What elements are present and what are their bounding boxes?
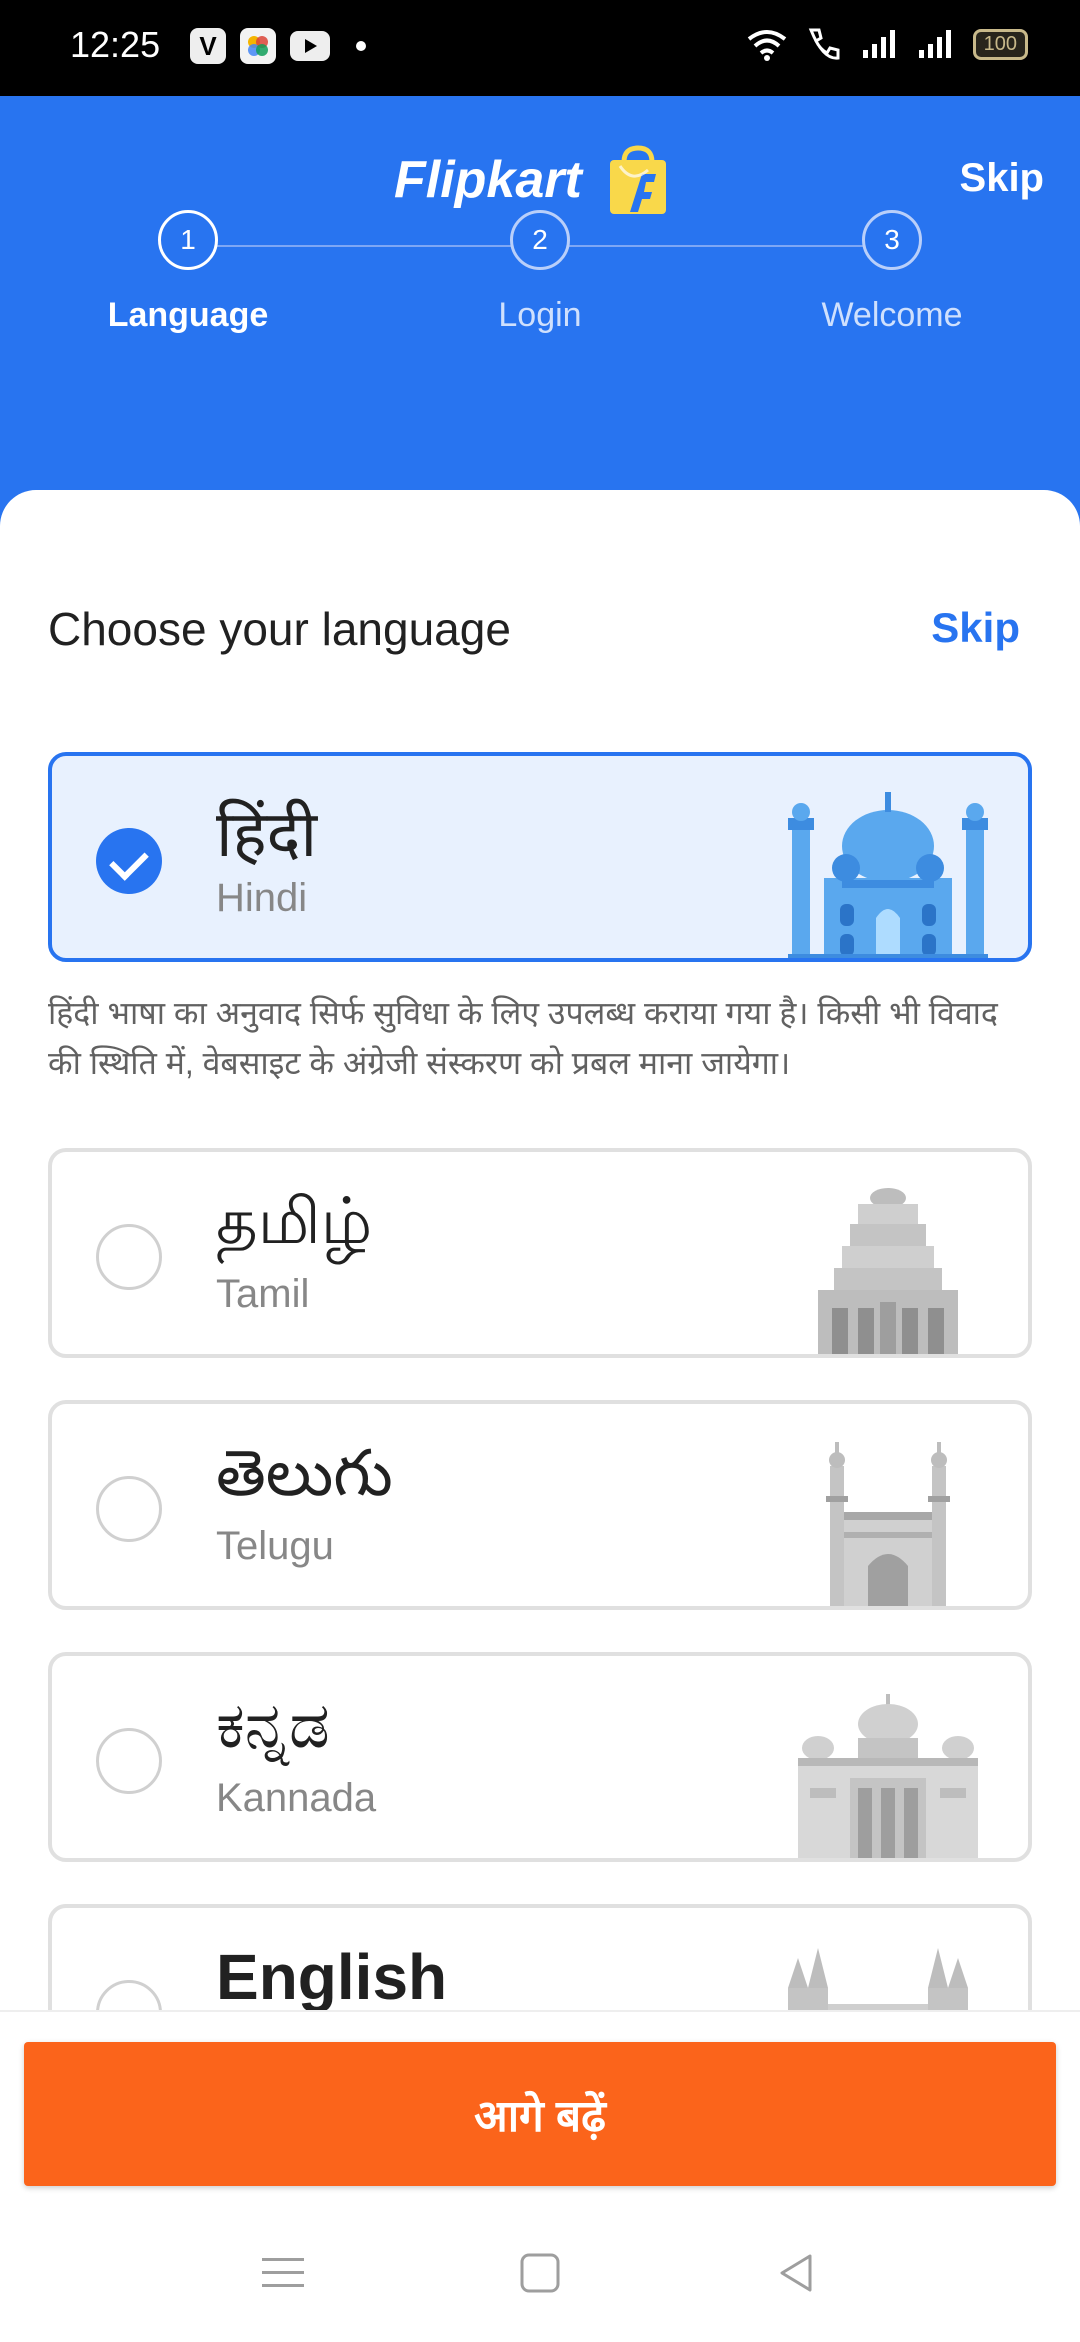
system-navigation-bar	[0, 2230, 1080, 2310]
brand-name: Flipkart	[394, 151, 582, 209]
language-native-name: ಕನ್ನಡ	[216, 1689, 330, 1761]
step-login: 2 Login	[410, 210, 670, 335]
notification-icons: V	[190, 28, 366, 64]
radio-icon[interactable]	[96, 1728, 162, 1794]
shopping-bag-icon	[609, 145, 666, 214]
more-notifications-dot-icon	[356, 41, 366, 51]
step-label: Welcome	[821, 296, 963, 334]
step-number: 1	[158, 210, 218, 270]
language-option-kannada[interactable]: ಕನ್ನಡ Kannada	[48, 1652, 1032, 1862]
step-label: Login	[498, 296, 582, 334]
back-icon[interactable]	[770, 2248, 824, 2298]
system-icons: 100	[745, 26, 1028, 62]
step-language: 1 Language	[58, 210, 318, 335]
language-native-name: தமிழ்	[216, 1185, 373, 1257]
language-english-name: Telugu	[216, 1524, 334, 1568]
volte-call-icon	[808, 28, 840, 60]
radio-icon[interactable]	[96, 1224, 162, 1290]
language-sheet: Choose your language Skip हिंदी Hindi हि…	[0, 490, 1080, 2114]
step-number: 3	[862, 210, 922, 270]
translation-disclaimer: हिंदी भाषा का अनुवाद सिर्फ सुविधा के लिए…	[48, 995, 998, 1081]
youtube-icon	[290, 31, 330, 61]
language-native-name: हिंदी	[216, 798, 318, 870]
vi-app-icon: V	[190, 28, 226, 64]
radio-icon[interactable]	[96, 1476, 162, 1542]
language-english-name: Tamil	[216, 1272, 310, 1316]
page-title: Choose your language	[48, 603, 511, 655]
language-english-name: Kannada	[216, 1776, 377, 1820]
language-option-hindi[interactable]: हिंदी Hindi	[48, 752, 1032, 962]
signal-1-icon	[862, 30, 895, 58]
skip-link[interactable]: Skip	[931, 604, 1020, 652]
flipkart-logo: Flipkart	[394, 144, 674, 216]
status-time: 12:25	[70, 24, 161, 65]
vidhana-soudha-icon	[798, 1694, 978, 1858]
battery-icon: 100	[972, 28, 1028, 60]
language-option-telugu[interactable]: తెలుగు Telugu	[48, 1400, 1032, 1610]
charminar-icon	[826, 1442, 950, 1606]
step-label: Language	[107, 296, 269, 334]
header-skip-button[interactable]: Skip	[960, 156, 1044, 201]
taj-mahal-icon	[788, 792, 988, 958]
continue-button[interactable]: आगे बढ़ें	[24, 2042, 1056, 2186]
menu-icon[interactable]	[256, 2248, 310, 2298]
language-english-name: Hindi	[216, 876, 308, 920]
wifi-icon	[747, 30, 786, 61]
language-option-tamil[interactable]: தமிழ் Tamil	[48, 1148, 1032, 1358]
status-bar: 12:25 V 100	[0, 0, 1080, 96]
radio-checked-icon[interactable]	[96, 828, 162, 894]
language-native-name: English	[216, 1941, 448, 2013]
step-welcome: 3 Welcome	[762, 210, 1022, 335]
temple-gopuram-icon	[818, 1188, 958, 1354]
signal-2-icon	[918, 30, 951, 58]
photos-app-icon	[240, 28, 276, 64]
home-icon[interactable]	[513, 2248, 567, 2298]
language-native-name: తెలుగు	[216, 1437, 393, 1509]
step-number: 2	[510, 210, 570, 270]
